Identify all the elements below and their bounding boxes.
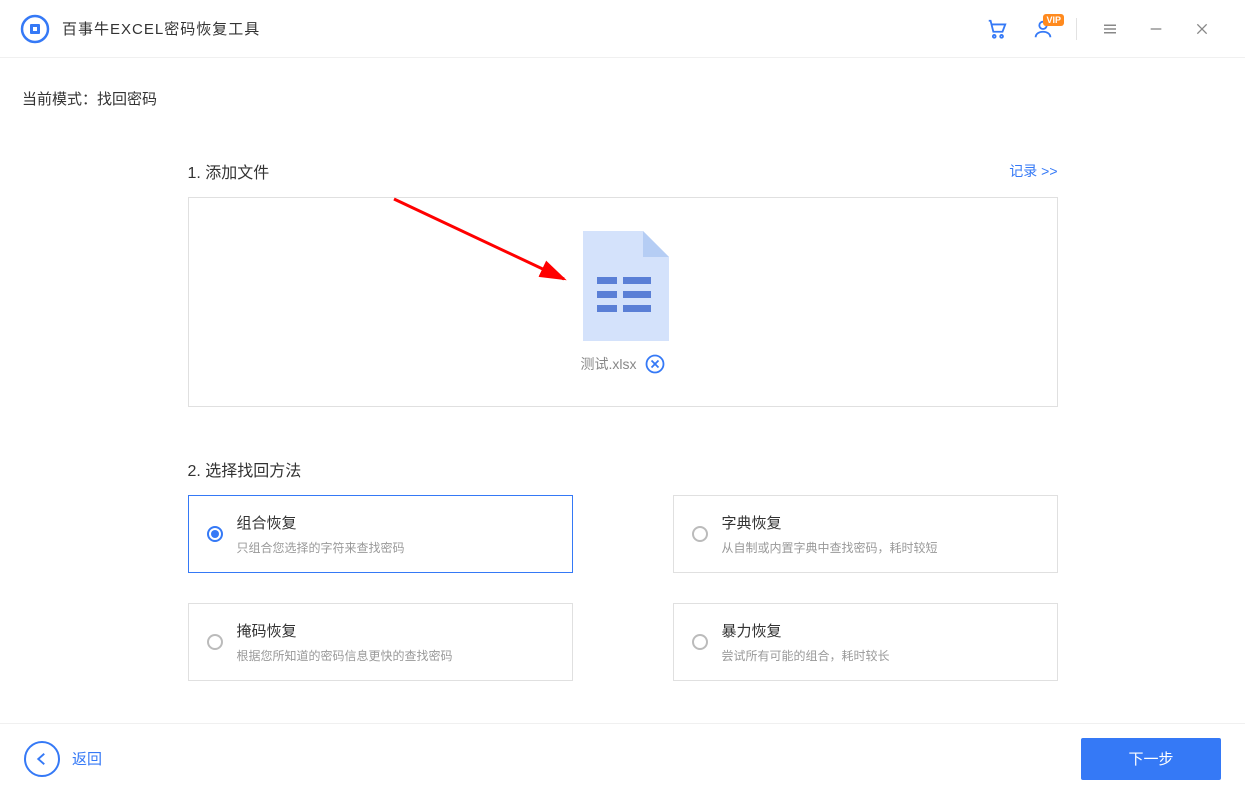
close-button[interactable]	[1185, 12, 1219, 46]
method-title: 掩码恢复	[237, 620, 554, 641]
account-button[interactable]: VIP	[1026, 12, 1060, 46]
cart-button[interactable]	[980, 12, 1014, 46]
vip-badge-icon: VIP	[1043, 14, 1064, 26]
menu-button[interactable]	[1093, 12, 1127, 46]
radio-icon	[692, 634, 708, 650]
back-button[interactable]: 返回	[24, 741, 102, 777]
next-label: 下一步	[1128, 748, 1173, 769]
method-card-3[interactable]: 暴力恢复尝试所有可能的组合，耗时较长	[673, 603, 1058, 681]
section-add-file: 1. 添加文件 记录 >> 测试.	[188, 159, 1058, 407]
radio-icon	[692, 526, 708, 542]
current-mode: 当前模式：找回密码	[22, 88, 1223, 109]
method-desc: 只组合您选择的字符来查找密码	[237, 539, 554, 556]
app-title: 百事牛EXCEL密码恢复工具	[62, 18, 260, 39]
main-content: 当前模式：找回密码 1. 添加文件 记录 >>	[0, 58, 1245, 681]
method-card-0[interactable]: 组合恢复只组合您选择的字符来查找密码	[188, 495, 573, 573]
method-card-2[interactable]: 掩码恢复根据您所知道的密码信息更快的查找密码	[188, 603, 573, 681]
back-arrow-icon	[24, 741, 60, 777]
divider	[1076, 18, 1077, 40]
method-title: 字典恢复	[722, 512, 1039, 533]
remove-file-button[interactable]	[645, 354, 665, 374]
excel-file-icon	[577, 231, 669, 346]
method-desc: 根据您所知道的密码信息更快的查找密码	[237, 647, 554, 664]
radio-icon	[207, 526, 223, 542]
arrow-annotation-icon	[389, 194, 589, 314]
next-button[interactable]: 下一步	[1081, 738, 1221, 780]
minimize-button[interactable]	[1139, 12, 1173, 46]
records-link[interactable]: 记录 >>	[1009, 161, 1057, 181]
section-method: 2. 选择找回方法 组合恢复只组合您选择的字符来查找密码 字典恢复从自制或内置字典…	[188, 457, 1058, 681]
radio-icon	[207, 634, 223, 650]
method-desc: 从自制或内置字典中查找密码，耗时较短	[722, 539, 1039, 556]
method-title: 组合恢复	[237, 512, 554, 533]
method-title: 暴力恢复	[722, 620, 1039, 641]
title-bar: 百事牛EXCEL密码恢复工具 VIP	[0, 0, 1245, 58]
file-name: 测试.xlsx	[581, 354, 637, 374]
back-label: 返回	[72, 748, 102, 769]
app-logo-icon	[20, 14, 50, 44]
mode-label: 当前模式：	[22, 91, 97, 108]
footer-bar: 返回 下一步	[0, 723, 1245, 793]
file-drop-area[interactable]: 测试.xlsx	[188, 197, 1058, 407]
section-title-method: 2. 选择找回方法	[188, 457, 302, 481]
method-card-1[interactable]: 字典恢复从自制或内置字典中查找密码，耗时较短	[673, 495, 1058, 573]
section-title-add-file: 1. 添加文件	[188, 159, 270, 183]
mode-value: 找回密码	[97, 91, 157, 108]
method-desc: 尝试所有可能的组合，耗时较长	[722, 647, 1039, 664]
